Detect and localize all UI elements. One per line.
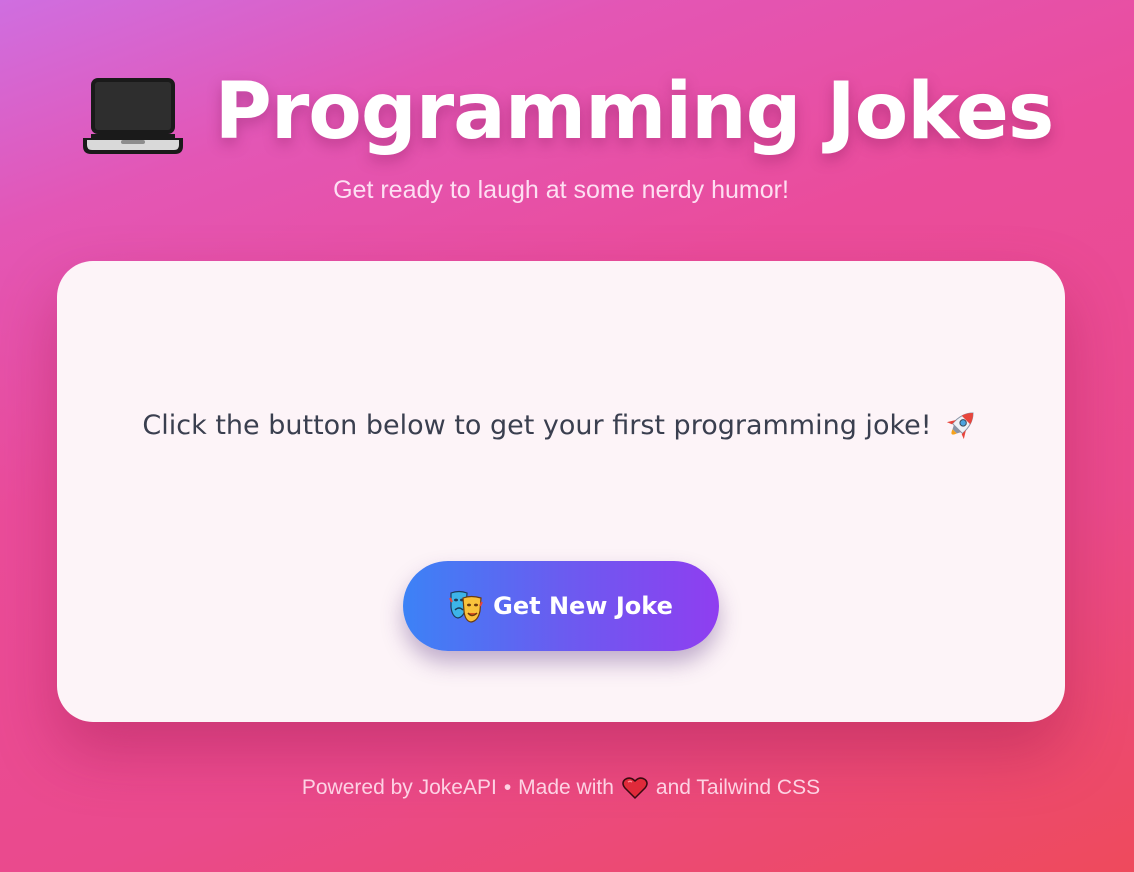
tailwind-credit-text: and Tailwind CSS xyxy=(655,776,821,799)
get-new-joke-label: Get New Joke xyxy=(493,592,673,620)
rocket-icon xyxy=(942,406,980,444)
title-row: Programming Jokes xyxy=(0,52,1134,172)
page-footer: Powered by JokeAPI • Made with and Tailw… xyxy=(0,772,1122,804)
laptop-icon xyxy=(81,76,185,156)
joke-card: Click the button below to get your first… xyxy=(57,261,1065,722)
page-title: Programming Jokes xyxy=(214,67,1055,157)
page-header: Programming Jokes Get ready to laugh at … xyxy=(0,0,1134,240)
footer-separator: • xyxy=(503,776,512,799)
get-new-joke-button[interactable]: Get New Joke xyxy=(403,561,719,651)
theater-masks-icon xyxy=(449,589,484,623)
joke-prompt: Click the button below to get your first… xyxy=(57,405,1065,445)
page-subtitle: Get ready to laugh at some nerdy humor! xyxy=(333,176,789,204)
heart-icon xyxy=(622,776,648,800)
powered-by-text: Powered by JokeAPI xyxy=(301,776,497,799)
made-with-text: Made with xyxy=(518,776,614,799)
joke-prompt-text: Click the button below to get your first… xyxy=(142,409,932,441)
